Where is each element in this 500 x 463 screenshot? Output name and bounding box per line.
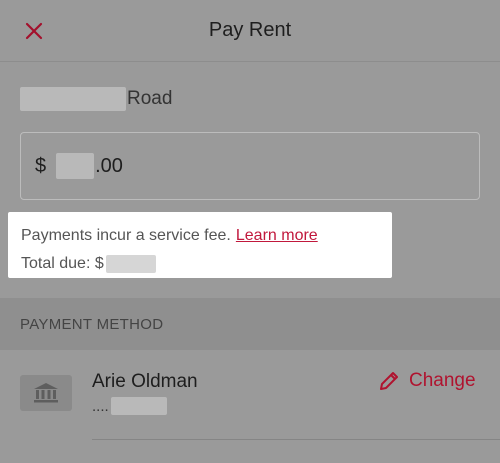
section-label: PAYMENT METHOD	[20, 315, 164, 333]
amount-redacted	[56, 153, 95, 179]
header-bar: Pay Rent	[0, 0, 500, 62]
total-due-redacted	[105, 255, 156, 273]
fee-text: Payments incur a service fee.	[21, 227, 231, 244]
total-due-label: Total due: $	[21, 255, 104, 272]
close-icon	[25, 22, 43, 40]
page-title: Pay Rent	[208, 19, 292, 41]
close-button[interactable]	[20, 17, 48, 45]
bank-icon-container	[20, 375, 72, 411]
address-street-suffix: Road	[127, 88, 173, 109]
service-fee-notice: Payments incur a service fee. Learn more…	[8, 212, 392, 278]
total-due-line: Total due: $	[21, 250, 392, 278]
account-name: Arie Oldman	[92, 371, 198, 392]
learn-more-link[interactable]: Learn more	[236, 222, 318, 250]
account-number-mask: ....	[92, 397, 167, 415]
amount-input[interactable]: $ .00	[20, 132, 480, 200]
bank-icon	[34, 383, 58, 403]
property-address: Road	[20, 86, 172, 112]
payment-method-row: Arie Oldman .... Change	[0, 352, 500, 438]
change-label: Change	[409, 370, 476, 391]
currency-symbol: $	[35, 154, 47, 177]
amount-cents: .00	[95, 154, 123, 177]
pencil-icon	[380, 372, 398, 390]
row-divider	[92, 439, 500, 440]
fee-text-line: Payments incur a service fee. Learn more	[21, 222, 392, 250]
payment-method-header: PAYMENT METHOD	[0, 298, 500, 350]
account-number-redacted	[110, 397, 167, 415]
account-mask-prefix: ....	[92, 397, 109, 415]
address-redacted	[20, 87, 126, 111]
change-payment-button[interactable]: Change	[378, 370, 476, 392]
